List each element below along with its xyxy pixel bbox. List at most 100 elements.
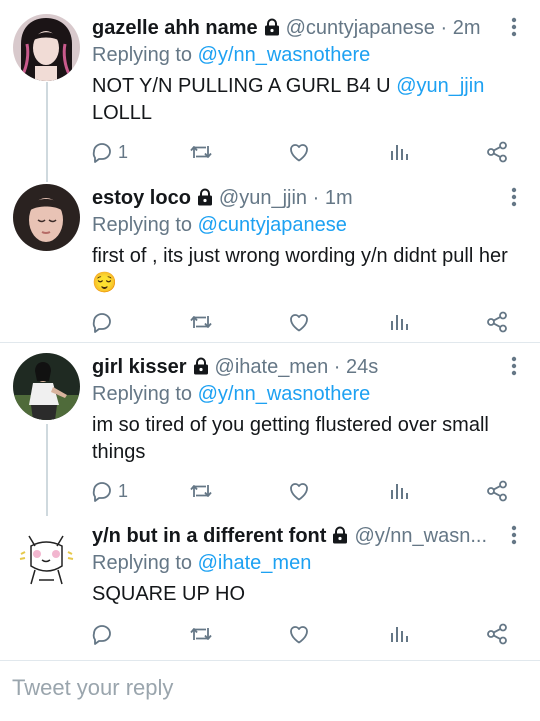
avatar[interactable] xyxy=(13,14,80,81)
avatar[interactable] xyxy=(13,522,80,589)
replying-to: Replying to @y/nn_wasnothere xyxy=(92,42,370,68)
reply-button[interactable] xyxy=(90,619,118,649)
stats-button[interactable] xyxy=(387,476,411,506)
stats-icon xyxy=(387,140,411,164)
reply-icon xyxy=(90,479,114,503)
share-icon xyxy=(485,310,509,334)
stats-icon xyxy=(387,622,411,646)
action-bar xyxy=(0,619,540,649)
display-name[interactable]: girl kisser xyxy=(92,356,187,378)
reply-icon xyxy=(90,622,114,646)
replying-prefix: Replying to xyxy=(92,44,198,66)
tweet-body: first of , its just wrong wording y/n di… xyxy=(92,243,520,297)
share-button[interactable] xyxy=(485,307,509,337)
like-button[interactable] xyxy=(287,307,311,337)
retweet-button[interactable] xyxy=(188,307,214,337)
tweet-body: im so tired of you getting flustered ove… xyxy=(92,412,520,466)
lock-icon xyxy=(195,187,215,207)
avatar[interactable] xyxy=(13,353,80,420)
avatar[interactable] xyxy=(13,184,80,251)
tweet-body: SQUARE UP HO xyxy=(92,581,520,608)
reply-composer[interactable]: Tweet your reply xyxy=(0,660,540,721)
stats-button[interactable] xyxy=(387,619,411,649)
tweet-4[interactable]: y/n but in a different font @y/nn_wasn...… xyxy=(0,522,540,657)
reply-input[interactable]: Tweet your reply xyxy=(12,675,173,701)
retweet-icon xyxy=(188,622,214,646)
stats-icon xyxy=(387,310,411,334)
body-text: first of , its just wrong wording y/n di… xyxy=(92,245,508,267)
like-button[interactable] xyxy=(287,476,311,506)
handle[interactable]: @cuntyjapanese xyxy=(286,17,435,39)
share-button[interactable] xyxy=(485,476,509,506)
retweet-button[interactable] xyxy=(188,619,214,649)
more-options-icon[interactable] xyxy=(510,16,518,38)
reply-icon xyxy=(90,310,114,334)
replying-to: Replying to @ihate_men xyxy=(92,550,311,576)
display-name[interactable]: gazelle ahh name xyxy=(92,17,258,39)
more-options-icon[interactable] xyxy=(510,355,518,377)
handle[interactable]: @ihate_men xyxy=(215,356,329,378)
reply-button[interactable]: 1 xyxy=(90,137,128,167)
tweet-1[interactable]: gazelle ahh name @cuntyjapanese · 2m Repl… xyxy=(0,14,540,174)
separator: · xyxy=(307,187,325,209)
tweet-header: y/n but in a different font @y/nn_wasn... xyxy=(92,522,502,550)
body-text-line2: LOLLL xyxy=(92,102,153,124)
retweet-button[interactable] xyxy=(188,476,214,506)
like-button[interactable] xyxy=(287,619,311,649)
retweet-button[interactable] xyxy=(188,137,214,167)
body-text: im so tired of you getting flustered ove… xyxy=(92,414,489,463)
stats-icon xyxy=(387,479,411,503)
action-bar: 1 xyxy=(0,476,540,506)
share-icon xyxy=(485,140,509,164)
replying-to-link[interactable]: @ihate_men xyxy=(198,552,312,574)
tweet-header: girl kisser @ihate_men · 24s xyxy=(92,353,502,381)
mention-link[interactable]: @yun_jjin xyxy=(396,75,484,97)
share-button[interactable] xyxy=(485,619,509,649)
replying-to-link[interactable]: @y/nn_wasnothere xyxy=(198,44,371,66)
reply-button[interactable]: 1 xyxy=(90,476,128,506)
replying-to-link[interactable]: @y/nn_wasnothere xyxy=(198,383,371,405)
action-bar xyxy=(0,307,540,337)
retweet-icon xyxy=(188,140,214,164)
action-bar: 1 xyxy=(0,137,540,167)
tweet-header: gazelle ahh name @cuntyjapanese · 2m xyxy=(92,14,502,42)
timestamp: 1m xyxy=(324,187,353,209)
separator: · xyxy=(434,17,453,39)
retweet-icon xyxy=(188,479,214,503)
body-text: SQUARE UP HO xyxy=(92,583,245,605)
replying-prefix: Replying to xyxy=(92,552,198,574)
replying-prefix: Replying to xyxy=(92,383,198,405)
reply-icon xyxy=(90,140,114,164)
share-button[interactable] xyxy=(485,137,509,167)
replying-to: Replying to @y/nn_wasnothere xyxy=(92,381,370,407)
divider xyxy=(0,342,540,343)
more-options-icon[interactable] xyxy=(510,186,518,208)
heart-icon xyxy=(287,479,311,503)
replying-to: Replying to @cuntyjapanese xyxy=(92,212,347,238)
body-text: NOT Y/N PULLING A GURL B4 U xyxy=(92,75,397,97)
handle[interactable]: @y/nn_wasn... xyxy=(354,525,487,547)
stats-button[interactable] xyxy=(387,307,411,337)
share-icon xyxy=(485,622,509,646)
heart-icon xyxy=(287,140,311,164)
tweet-body: NOT Y/N PULLING A GURL B4 U @yun_jjin LO… xyxy=(92,73,520,127)
stats-button[interactable] xyxy=(387,137,411,167)
handle[interactable]: @yun_jjin xyxy=(219,187,307,209)
lock-icon xyxy=(262,17,282,37)
reply-count: 1 xyxy=(118,480,129,501)
timestamp: 24s xyxy=(346,356,379,378)
replying-prefix: Replying to xyxy=(92,214,198,236)
lock-icon xyxy=(330,525,350,545)
more-options-icon[interactable] xyxy=(510,524,518,546)
like-button[interactable] xyxy=(287,137,311,167)
lock-icon xyxy=(191,356,211,376)
relieved-face-emoji: 😌 xyxy=(92,272,117,294)
timestamp: 2m xyxy=(452,17,481,39)
replying-to-link[interactable]: @cuntyjapanese xyxy=(198,214,347,236)
reply-button[interactable] xyxy=(90,307,118,337)
tweet-3[interactable]: girl kisser @ihate_men · 24s Replying to … xyxy=(0,353,540,513)
display-name[interactable]: y/n but in a different font xyxy=(92,525,326,547)
heart-icon xyxy=(287,310,311,334)
tweet-2[interactable]: estoy loco @yun_jjin · 1m Replying to @cu… xyxy=(0,184,540,344)
display-name[interactable]: estoy loco xyxy=(92,187,191,209)
